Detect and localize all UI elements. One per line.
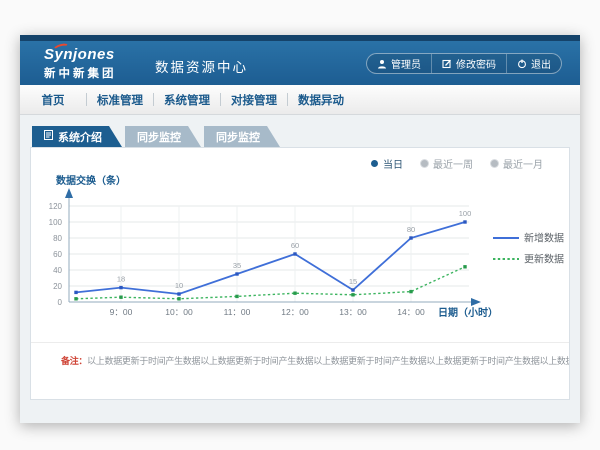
data-point [235,272,238,275]
data-point [235,295,238,298]
data-point [177,297,180,300]
data-point-label: 10 [175,281,183,290]
user-icon [377,59,387,69]
y-tick-label: 120 [49,202,63,211]
x-tick-label: 13：00 [339,307,367,317]
legend-label: 更新数据 [524,253,564,266]
chart-panel: 当日 最近一周 最近一月 0 20 40 60 80 100 120 9：00 10：00 11：… [30,147,570,400]
data-point-label: 100 [459,209,472,218]
logout-button[interactable]: 退出 [506,54,561,73]
y-tick-label: 100 [49,218,63,227]
tab-bar: 系统介绍 同步监控 同步监控 [32,126,280,147]
filter-today-radio[interactable]: 当日 [371,156,403,171]
data-point [74,291,77,294]
x-tick-label: 14：00 [397,307,425,317]
footnote-prefix: 备注： [61,356,87,366]
app-window: Synjones 新中新集团 数据资源中心 管理员 修改密码 [20,35,580,423]
data-point [119,286,122,289]
edit-icon [442,59,452,69]
y-axis-arrow-icon [65,188,73,198]
data-point [409,236,412,239]
filter-label: 最近一月 [503,156,543,171]
filter-label: 最近一周 [433,156,473,171]
logout-icon [517,59,527,69]
line-chart-svg: 0 20 40 60 80 100 120 9：00 10：00 11：00 12：00 13：00 1… [31,170,571,330]
tab-label: 系统介绍 [58,129,102,145]
legend-label: 新增数据 [524,232,564,245]
series-line [76,267,465,299]
y-axis-title: 数据交换（条） [56,174,126,187]
y-tick-label: 0 [58,298,63,307]
filter-label: 当日 [383,156,403,171]
y-tick-label: 20 [53,282,62,291]
footnote-text: 以上数据更新于时间产生数据以上数据更新于时间产生数据以上数据更新于时间产生数据以… [87,356,569,366]
data-point-label: 35 [233,261,241,270]
x-tick-label: 11：00 [224,307,251,317]
data-point [293,292,296,295]
nav-item-standard-mgmt[interactable]: 标准管理 [87,92,153,108]
change-password-button[interactable]: 修改密码 [431,54,506,73]
user-menu: 管理员 修改密码 退出 [366,53,562,74]
data-point [351,288,354,291]
data-point [463,220,466,223]
data-point [74,297,77,300]
line-chart: 0 20 40 60 80 100 120 9：00 10：00 11：00 12：00 13：00 1… [31,170,571,330]
radio-dot-icon [491,160,498,167]
x-tick-label: 9：00 [110,307,133,317]
tab-system-intro[interactable]: 系统介绍 [32,126,122,147]
tab-label: 同步监控 [137,129,181,145]
main-nav: 首页 标准管理 系统管理 对接管理 数据异动 [20,85,580,115]
filter-last-week-radio[interactable]: 最近一周 [421,156,473,171]
admin-user-button[interactable]: 管理员 [367,54,431,73]
data-point [177,292,180,295]
logo: Synjones 新中新集团 [44,46,140,81]
y-tick-label: 60 [53,250,62,259]
radio-dot-icon [421,160,428,167]
data-point [463,265,466,268]
nav-item-data-change[interactable]: 数据异动 [288,92,354,108]
logout-label: 退出 [531,56,551,71]
nav-item-interface-mgmt[interactable]: 对接管理 [221,92,287,108]
time-range-filters: 当日 最近一周 最近一月 [371,156,543,171]
x-axis-arrow-icon [471,298,481,306]
filter-last-month-radio[interactable]: 最近一月 [491,156,543,171]
change-password-label: 修改密码 [456,56,496,71]
x-tick-label: 10：00 [165,307,193,317]
data-point-label: 18 [117,275,125,284]
data-point-label: 15 [349,277,357,286]
data-point-label: 80 [407,225,415,234]
radio-dot-icon [371,160,378,167]
tab-label: 同步监控 [216,129,260,145]
app-header: Synjones 新中新集团 数据资源中心 管理员 修改密码 [20,41,580,85]
data-point-label: 60 [291,241,299,250]
data-point [409,290,412,293]
data-point [293,252,296,255]
footnote: 备注：以上数据更新于时间产生数据以上数据更新于时间产生数据以上数据更新于时间产生… [31,342,569,367]
tab-sync-monitor-2[interactable]: 同步监控 [204,126,280,147]
company-name: 新中新集团 [44,65,140,81]
page-title: 数据资源中心 [155,56,248,76]
y-tick-label: 40 [53,266,62,275]
document-icon [44,130,53,143]
tab-sync-monitor-1[interactable]: 同步监控 [125,126,201,147]
nav-item-system-mgmt[interactable]: 系统管理 [154,92,220,108]
y-tick-label: 80 [53,234,62,243]
data-point [351,293,354,296]
content-area: 系统介绍 同步监控 同步监控 当日 最近一周 [20,116,580,423]
x-axis-title: 日期（小时） [438,306,498,319]
x-tick-label: 12：00 [281,307,309,317]
admin-user-label: 管理员 [391,56,421,71]
data-point [119,296,122,299]
nav-item-home[interactable]: 首页 [20,92,86,108]
